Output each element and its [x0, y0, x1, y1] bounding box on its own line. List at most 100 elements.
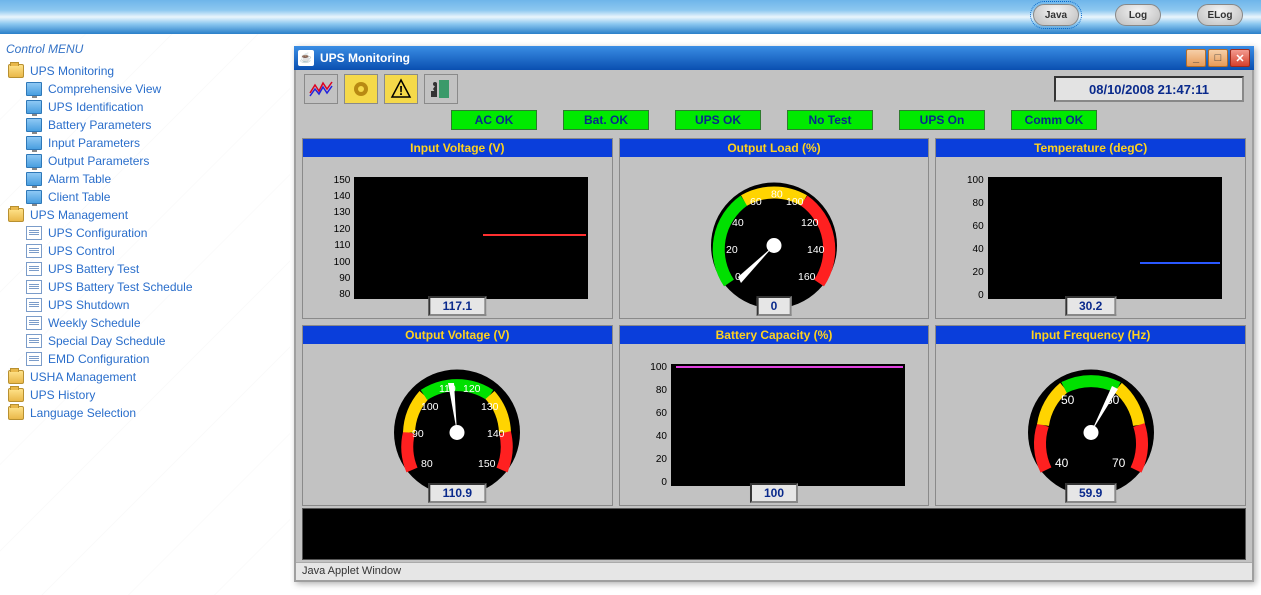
- java-button[interactable]: Java: [1033, 4, 1079, 26]
- tree-item-ups-identification[interactable]: UPS Identification: [24, 98, 284, 116]
- window-minimize-button[interactable]: _: [1186, 49, 1206, 67]
- menu-title[interactable]: Control MENU: [6, 42, 284, 56]
- svg-text:40: 40: [1055, 456, 1069, 470]
- panel-title: Input Voltage (V): [303, 139, 612, 157]
- svg-text:90: 90: [412, 428, 424, 440]
- svg-text:!: !: [399, 83, 403, 98]
- svg-text:140: 140: [807, 244, 825, 256]
- input-frequency-value: 59.9: [1065, 483, 1116, 503]
- tree-item-battery-parameters[interactable]: Battery Parameters: [24, 116, 284, 134]
- page-icon: [26, 226, 42, 240]
- monitor-icon: [26, 190, 42, 204]
- monitor-icon: [26, 82, 42, 96]
- window-maximize-button[interactable]: □: [1208, 49, 1228, 67]
- svg-text:20: 20: [726, 244, 738, 256]
- svg-text:150: 150: [478, 458, 496, 470]
- message-bar: [302, 508, 1246, 560]
- tree-ups-history[interactable]: UPS History: [6, 386, 284, 404]
- panel-temperature: Temperature (degC) 100806040200 30.2: [935, 138, 1246, 319]
- panel-title: Output Load (%): [620, 139, 929, 157]
- exit-icon: [429, 77, 453, 101]
- toolbar-exit-button[interactable]: [424, 74, 458, 104]
- status-comm-ok[interactable]: Comm OK: [1011, 110, 1097, 130]
- status-ups-ok[interactable]: UPS OK: [675, 110, 761, 130]
- window-titlebar[interactable]: ☕ UPS Monitoring _ □ ✕: [294, 46, 1254, 70]
- tree-item-weekly-schedule[interactable]: Weekly Schedule: [24, 314, 284, 332]
- log-button[interactable]: Log: [1115, 4, 1161, 26]
- status-no-test[interactable]: No Test: [787, 110, 873, 130]
- svg-text:100: 100: [421, 401, 439, 413]
- tree-item-ups-battery-test-schedule[interactable]: UPS Battery Test Schedule: [24, 278, 284, 296]
- warning-icon: !: [390, 78, 412, 100]
- panel-output-load: Output Load (%) 0 20: [619, 138, 930, 319]
- tree-item-ups-battery-test[interactable]: UPS Battery Test: [24, 260, 284, 278]
- tree-item-ups-configuration[interactable]: UPS Configuration: [24, 224, 284, 242]
- svg-text:60: 60: [750, 196, 762, 208]
- tree-item-output-parameters[interactable]: Output Parameters: [24, 152, 284, 170]
- java-icon: ☕: [298, 50, 314, 66]
- panel-title: Temperature (degC): [936, 139, 1245, 157]
- top-bar: Java Log ELog: [0, 0, 1261, 34]
- tree-item-ups-shutdown[interactable]: UPS Shutdown: [24, 296, 284, 314]
- nav-tree: UPS Monitoring Comprehensive View UPS Id…: [6, 62, 284, 422]
- svg-text:70: 70: [1112, 456, 1126, 470]
- status-ac-ok[interactable]: AC OK: [451, 110, 537, 130]
- monitor-icon: [26, 172, 42, 186]
- window-footer: Java Applet Window: [296, 562, 1252, 580]
- sidebar: Control MENU UPS Monitoring Comprehensiv…: [0, 34, 290, 595]
- page-icon: [26, 244, 42, 258]
- folder-icon: [8, 208, 24, 222]
- battery-capacity-chart: 100806040200: [639, 360, 909, 490]
- chart-icon: [309, 79, 333, 99]
- toolbar-warning-button[interactable]: !: [384, 74, 418, 104]
- status-row: AC OK Bat. OK UPS OK No Test UPS On Comm…: [296, 108, 1252, 134]
- page-icon: [26, 298, 42, 312]
- temperature-chart: 100806040200: [956, 173, 1226, 303]
- svg-text:120: 120: [801, 217, 819, 229]
- temperature-value: 30.2: [1065, 296, 1116, 316]
- battery-capacity-value: 100: [750, 483, 798, 503]
- output-voltage-gauge: 80 90 100 110 120 130 140 150: [377, 350, 537, 500]
- elog-button[interactable]: ELog: [1197, 4, 1243, 26]
- monitor-icon: [26, 100, 42, 114]
- panel-output-voltage: Output Voltage (V) 80: [302, 325, 613, 506]
- timestamp-box: 08/10/2008 21:47:11: [1054, 76, 1244, 102]
- input-voltage-chart: 1501401301201101009080: [322, 173, 592, 303]
- folder-icon: [8, 406, 24, 420]
- panel-input-frequency: Input Frequency (Hz) 40: [935, 325, 1246, 506]
- ups-monitoring-window: ☕ UPS Monitoring _ □ ✕ !: [294, 46, 1254, 582]
- tree-item-ups-control[interactable]: UPS Control: [24, 242, 284, 260]
- panel-grid: Input Voltage (V) 1501401301201101009080…: [296, 134, 1252, 508]
- tree-item-special-day-schedule[interactable]: Special Day Schedule: [24, 332, 284, 350]
- panel-title: Battery Capacity (%): [620, 326, 929, 344]
- input-voltage-value: 117.1: [429, 296, 486, 316]
- window-close-button[interactable]: ✕: [1230, 49, 1250, 67]
- status-ups-on[interactable]: UPS On: [899, 110, 985, 130]
- svg-text:80: 80: [771, 188, 783, 200]
- svg-text:50: 50: [1061, 393, 1075, 407]
- monitor-icon: [26, 118, 42, 132]
- tree-ups-management[interactable]: UPS Management: [6, 206, 284, 224]
- status-bat-ok[interactable]: Bat. OK: [563, 110, 649, 130]
- toolbar-gear-button[interactable]: [344, 74, 378, 104]
- tree-item-alarm-table[interactable]: Alarm Table: [24, 170, 284, 188]
- window-title: UPS Monitoring: [320, 51, 410, 65]
- tree-usha-management[interactable]: USHA Management: [6, 368, 284, 386]
- output-voltage-value: 110.9: [429, 483, 486, 503]
- tree-item-input-parameters[interactable]: Input Parameters: [24, 134, 284, 152]
- gear-icon: [350, 78, 372, 100]
- svg-text:160: 160: [798, 271, 816, 283]
- toolbar-chart-button[interactable]: [304, 74, 338, 104]
- panel-title: Input Frequency (Hz): [936, 326, 1245, 344]
- page-icon: [26, 316, 42, 330]
- tree-language-selection[interactable]: Language Selection: [6, 404, 284, 422]
- folder-icon: [8, 370, 24, 384]
- svg-text:140: 140: [487, 428, 505, 440]
- tree-item-emd-configuration[interactable]: EMD Configuration: [24, 350, 284, 368]
- tree-ups-monitoring[interactable]: UPS Monitoring: [6, 62, 284, 80]
- tree-item-comprehensive-view[interactable]: Comprehensive View: [24, 80, 284, 98]
- tree-item-client-table[interactable]: Client Table: [24, 188, 284, 206]
- panel-title: Output Voltage (V): [303, 326, 612, 344]
- svg-text:80: 80: [421, 458, 433, 470]
- page-icon: [26, 352, 42, 366]
